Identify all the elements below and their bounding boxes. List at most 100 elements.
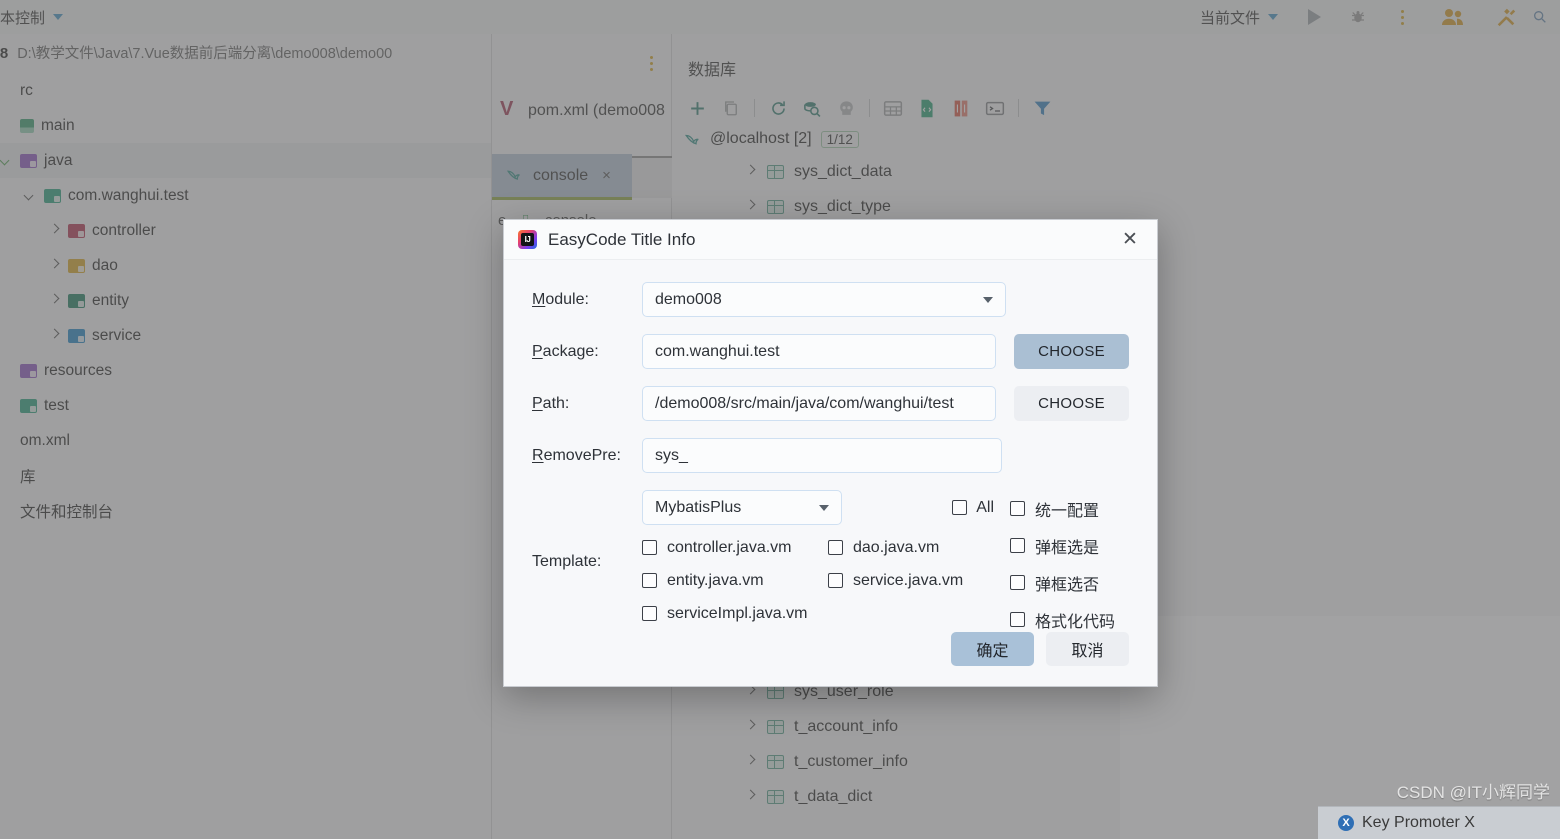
project-root-row[interactable]: o008 D:\教学文件\Java\7.Vue数据前后端分离\demo008\d… [0, 34, 491, 73]
template-file-checkbox[interactable]: entity.java.vm [642, 564, 828, 597]
chevron-right-icon[interactable] [48, 224, 61, 237]
package-teal-icon [20, 398, 37, 413]
folder-purple-java-icon [20, 153, 37, 168]
project-tree-node[interactable]: controller [0, 213, 491, 248]
editor-tab-pom-xml[interactable]: V pom.xml (demo008 [500, 99, 665, 120]
chevron-right-icon[interactable] [744, 165, 757, 178]
chevron-right-icon[interactable] [744, 790, 757, 803]
cancel-button[interactable]: 取消 [1046, 632, 1129, 666]
skull-icon[interactable] [829, 93, 863, 123]
template-option-label: 弹框选是 [1035, 539, 1100, 557]
removepre-input[interactable]: sys_ [642, 438, 1002, 473]
project-tree-node[interactable]: main [0, 108, 491, 143]
debug-button[interactable] [1336, 0, 1380, 34]
project-tree-node[interactable]: service [0, 318, 491, 353]
package-input[interactable]: com.wanghui.test [642, 334, 997, 369]
project-tree-node[interactable]: 文件和控制台 [0, 493, 491, 528]
database-connection-row[interactable]: @localhost [2] 1/12 [672, 122, 1560, 148]
database-table-row[interactable]: t_customer_info [672, 744, 1560, 779]
checkbox-box [642, 573, 657, 588]
removepre-input-value: sys_ [655, 446, 688, 464]
console-terminal-icon[interactable] [978, 93, 1012, 123]
folder-blue-icon [68, 328, 85, 343]
module-row: Module: demo008 [532, 282, 1129, 317]
project-tree-node[interactable]: test [0, 388, 491, 423]
database-table-label: t_data_dict [794, 787, 873, 805]
removepre-label: RemovePre: [532, 447, 642, 465]
checkbox-box [1010, 501, 1025, 516]
folder-yellow-icon [68, 258, 85, 273]
project-tree-node[interactable]: om.xml [0, 423, 491, 458]
copy-icon[interactable] [714, 93, 748, 123]
project-tree-node[interactable]: rc [0, 73, 491, 108]
sql-file-icon[interactable] [910, 93, 944, 123]
csdn-watermark: CSDN @IT小辉同学 [1396, 783, 1550, 802]
template-file-checkbox[interactable]: serviceImpl.java.vm [642, 597, 828, 630]
hammer-wrench-icon [1497, 8, 1516, 27]
project-tree-node-label: 文件和控制台 [20, 503, 114, 521]
package-label-rest: ackage: [542, 342, 599, 360]
editor-tab-label: pom.xml (demo008 [528, 102, 665, 119]
database-table-row[interactable]: sys_dict_data [672, 154, 1560, 189]
package-choose-button[interactable]: CHOOSE [1014, 334, 1129, 369]
chevron-down-icon [983, 296, 993, 303]
chevron-right-icon[interactable] [744, 755, 757, 768]
project-tree-node[interactable]: entity [0, 283, 491, 318]
run-button[interactable] [1292, 0, 1336, 34]
vcs-widget[interactable]: 本控制 [0, 4, 71, 30]
project-tree-node[interactable]: java [0, 143, 491, 178]
chevron-down-icon[interactable] [24, 189, 37, 202]
editor-more-button[interactable] [650, 56, 653, 71]
project-tree: rc main java com.wanghui.test controller dao e… [0, 73, 491, 528]
filter-icon[interactable] [1025, 93, 1059, 123]
tab-console[interactable]: console × [492, 154, 632, 200]
add-icon[interactable] [680, 93, 714, 123]
tools-button[interactable] [1482, 0, 1530, 34]
folder-plum-icon [20, 363, 37, 378]
chevron-right-icon[interactable] [744, 720, 757, 733]
checkbox-box [1010, 538, 1025, 553]
template-file-checkbox[interactable]: dao.java.vm [828, 531, 994, 564]
project-tree-node[interactable]: 库 [0, 458, 491, 493]
close-icon[interactable]: ✕ [1117, 227, 1143, 253]
removepre-label-mnemonic: R [532, 446, 544, 464]
close-icon[interactable]: × [602, 167, 611, 184]
search-db-icon[interactable] [795, 93, 829, 123]
template-file-label: entity.java.vm [667, 571, 764, 589]
chevron-right-icon[interactable] [48, 329, 61, 342]
diff-icon[interactable] [944, 93, 978, 123]
template-option-checkbox[interactable]: 统一配置 [1010, 490, 1115, 527]
project-root-path: D:\教学文件\Java\7.Vue数据前后端分离\demo008\demo00 [17, 46, 393, 62]
bug-icon [1352, 11, 1364, 23]
module-select[interactable]: demo008 [642, 282, 1006, 317]
template-file-label: serviceImpl.java.vm [667, 604, 808, 622]
refresh-icon[interactable] [761, 93, 795, 123]
chevron-right-icon[interactable] [744, 200, 757, 213]
chevron-right-icon[interactable] [48, 294, 61, 307]
template-option-checkbox[interactable]: 弹框选是 [1010, 527, 1115, 564]
search-button[interactable] [1530, 0, 1550, 34]
ok-button[interactable]: 确定 [951, 632, 1034, 666]
template-option-checkbox[interactable]: 弹框选否 [1010, 564, 1115, 601]
select-all-label: All [976, 498, 994, 516]
template-file-checkbox[interactable]: service.java.vm [828, 564, 994, 597]
chevron-right-icon[interactable] [48, 259, 61, 272]
project-tree-node[interactable]: com.wanghui.test [0, 178, 491, 213]
collaborate-button[interactable] [1424, 0, 1482, 34]
project-tree-node[interactable]: resources [0, 353, 491, 388]
table-icon[interactable] [876, 93, 910, 123]
template-file-label: dao.java.vm [853, 538, 940, 556]
framework-select[interactable]: MybatisPlus [642, 490, 843, 525]
select-all-checkbox[interactable]: All [952, 499, 994, 517]
path-choose-button[interactable]: CHOOSE [1014, 386, 1129, 421]
chevron-down-icon[interactable] [0, 154, 13, 167]
toolbar-right-group: 当前文件 [1200, 0, 1560, 34]
template-file-checkbox[interactable]: controller.java.vm [642, 531, 828, 564]
path-input[interactable]: /demo008/src/main/java/com/wanghui/test [642, 386, 997, 421]
key-promoter-toast[interactable]: X Key Promoter X [1318, 806, 1560, 839]
project-tree-node[interactable]: dao [0, 248, 491, 283]
more-actions-button[interactable] [1380, 0, 1424, 34]
database-table-row[interactable]: t_account_info [672, 709, 1560, 744]
run-configuration-selector[interactable]: 当前文件 [1200, 7, 1292, 28]
chevron-down-icon [819, 504, 830, 511]
